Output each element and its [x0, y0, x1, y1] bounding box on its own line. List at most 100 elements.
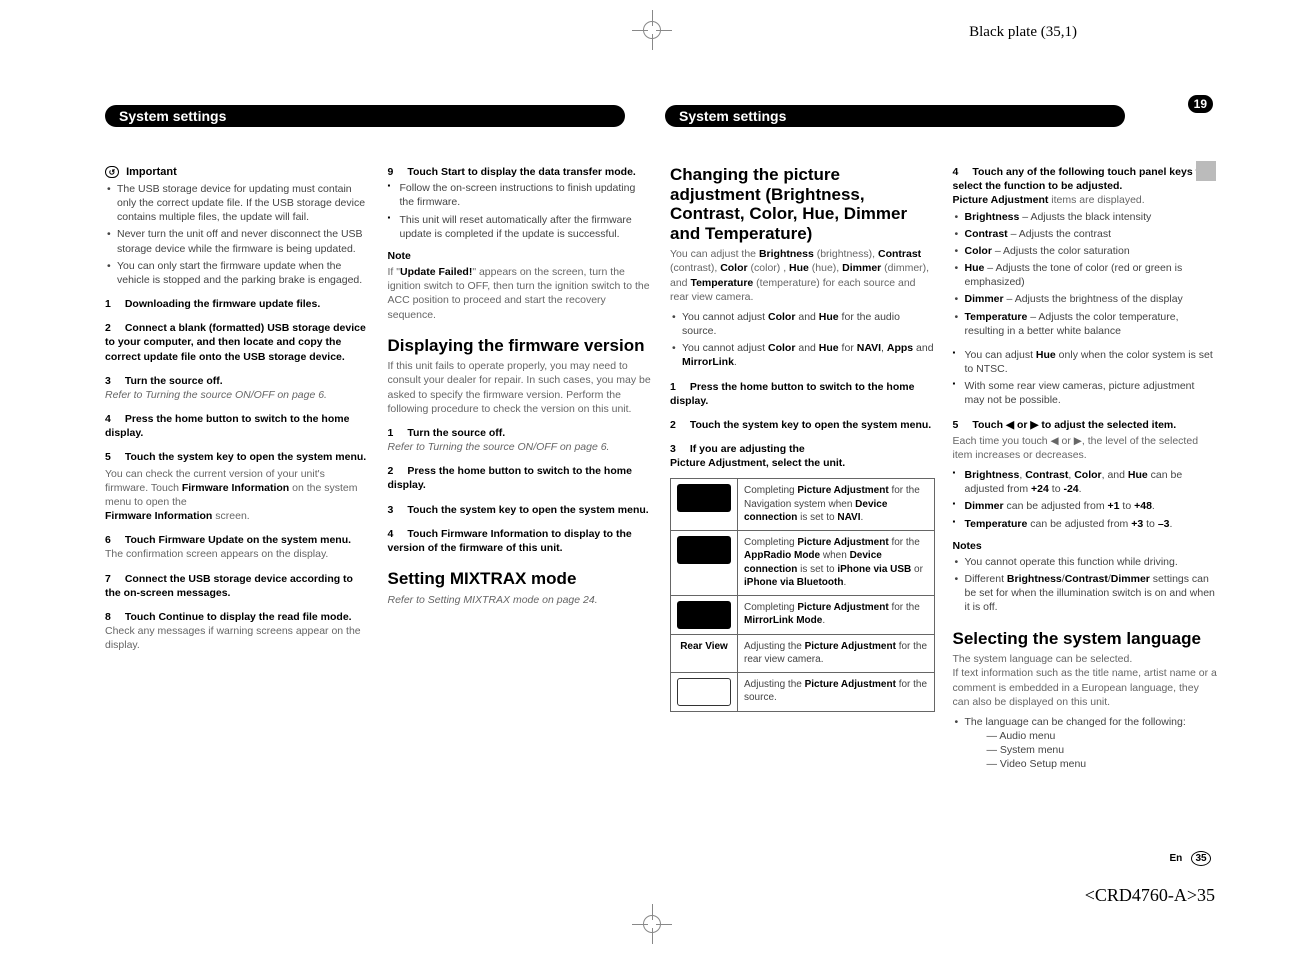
list-item: Dimmer can be adjusted from +1 to +48.: [953, 499, 1218, 513]
important-label: Important: [126, 166, 177, 178]
column-4: 4 Touch any of the following touch panel…: [953, 165, 1218, 782]
table-row: Completing Picture Adjustment for the Ap…: [671, 530, 935, 595]
step-heading: 3 Touch the system key to open the syste…: [388, 503, 653, 517]
important-icon: ↺: [105, 166, 119, 178]
step-body: You can check the current version of you…: [105, 467, 370, 524]
step-heading: 3 If you are adjusting thePicture Adjust…: [670, 442, 935, 470]
list-item: Different Brightness/Contrast/Dimmer set…: [953, 572, 1218, 615]
table-icon-cell: [671, 530, 738, 595]
bullet-list: The language can be changed for the foll…: [953, 715, 1218, 772]
table-row: Completing Picture Adjustment for the Na…: [671, 479, 935, 531]
note-heading: Note: [388, 249, 653, 263]
mirrorlink-icon: [677, 601, 731, 629]
step-body: The confirmation screen appears on the d…: [105, 547, 370, 561]
step-heading: 2 Connect a blank (formatted) USB storag…: [105, 321, 370, 364]
column-2: 9 Touch Start to display the data transf…: [388, 165, 653, 782]
square-bullet-list: You can adjust Hue only when the color s…: [953, 348, 1218, 408]
square-bullet-list: Follow the on-screen instructions to fin…: [388, 181, 653, 241]
list-item: Temperature can be adjusted from +3 to –…: [953, 517, 1218, 531]
body-text: Picture Adjustment items are displayed.: [953, 193, 1218, 207]
step-heading: 4 Touch Firmware Information to display …: [388, 527, 653, 555]
step-body: Each time you touch ◀ or ▶, the level of…: [953, 434, 1218, 462]
sub-item: — Video Setup menu: [965, 757, 1218, 771]
list-item: You cannot adjust Color and Hue for the …: [670, 310, 935, 338]
section-title-right: System settings Section 19 English: [665, 105, 1125, 127]
step-body: Check any messages if warning screens ap…: [105, 624, 370, 652]
table-row: Completing Picture Adjustment for the Mi…: [671, 595, 935, 634]
adjustment-table: Completing Picture Adjustment for the Na…: [670, 478, 935, 712]
body-text: You can adjust the Brightness (brightnes…: [670, 247, 935, 304]
list-item: You can adjust Hue only when the color s…: [953, 348, 1218, 376]
section-header-row: System settings System settings Section …: [105, 105, 1217, 127]
list-item: Follow the on-screen instructions to fin…: [388, 181, 653, 209]
step-heading: 7 Connect the USB storage device accordi…: [105, 572, 370, 600]
list-item: With some rear view cameras, picture adj…: [953, 379, 1218, 407]
list-item: Brightness – Adjusts the black intensity: [953, 210, 1218, 224]
body-text: If this unit fails to operate properly, …: [388, 359, 653, 416]
heading-mixtrax: Setting MIXTRAX mode: [388, 569, 653, 589]
section-title-right-label: System settings: [679, 108, 786, 124]
crop-mark-icon: [632, 10, 672, 50]
list-item: You cannot operate this function while d…: [953, 555, 1218, 569]
notes-list: You cannot operate this function while d…: [953, 555, 1218, 615]
body-text: Refer to Setting MIXTRAX mode on page 24…: [388, 593, 653, 607]
list-item: The USB storage device for updating must…: [105, 182, 370, 225]
list-item: Color – Adjusts the color saturation: [953, 244, 1218, 258]
list-item: The language can be changed for the foll…: [953, 715, 1218, 772]
source-icon: [677, 678, 731, 706]
sub-item: — System menu: [965, 743, 1218, 757]
section-title-left: System settings: [105, 105, 625, 127]
column-3: Changing the picture adjustment (Brightn…: [670, 165, 935, 782]
page-lang-label: En: [1169, 853, 1182, 864]
heading-system-language: Selecting the system language: [953, 629, 1218, 649]
list-item: You can only start the firmware update w…: [105, 259, 370, 287]
sub-item: — Audio menu: [965, 729, 1218, 743]
table-desc-cell: Completing Picture Adjustment for the Na…: [738, 479, 935, 531]
step-heading: 1 Downloading the firmware update files.: [105, 297, 370, 311]
heading-changing-picture: Changing the picture adjustment (Brightn…: [670, 165, 935, 243]
notes-heading: Notes: [953, 539, 1218, 553]
note-body: If "Update Failed!" appears on the scree…: [388, 265, 653, 322]
step-heading: 9 Touch Start to display the data transf…: [388, 165, 653, 179]
navi-icon: [677, 484, 731, 512]
table-desc-cell: Completing Picture Adjustment for the Mi…: [738, 595, 935, 634]
heading-display-firmware: Displaying the firmware version: [388, 336, 653, 356]
section-label: Section: [1176, 83, 1205, 92]
page-number-footer: En 35: [1169, 851, 1211, 866]
list-item: Never turn the unit off and never discon…: [105, 227, 370, 255]
step-reference: Refer to Turning the source ON/OFF on pa…: [105, 388, 370, 402]
list-item: Dimmer – Adjusts the brightness of the d…: [953, 292, 1218, 306]
document-code-footer: <CRD4760-A>35: [1085, 885, 1215, 906]
step-reference: Refer to Turning the source ON/OFF on pa…: [388, 440, 653, 454]
table-icon-cell: [671, 672, 738, 711]
important-bullet-list: The USB storage device for updating must…: [105, 182, 370, 287]
step-heading: 6 Touch Firmware Update on the system me…: [105, 533, 370, 547]
table-desc-cell: Adjusting the Picture Adjustment for the…: [738, 672, 935, 711]
table-icon-cell: Rear View: [671, 634, 738, 672]
appradio-icon: [677, 536, 731, 564]
table-icon-cell: [671, 595, 738, 634]
list-item: Contrast – Adjusts the contrast: [953, 227, 1218, 241]
step-heading: 2 Touch the system key to open the syste…: [670, 418, 935, 432]
black-plate-label: Black plate (35,1): [969, 24, 1077, 41]
step-heading: 4 Touch any of the following touch panel…: [953, 165, 1218, 193]
list-item: Hue – Adjusts the tone of color (red or …: [953, 261, 1218, 289]
list-item: Temperature – Adjusts the color temperat…: [953, 310, 1218, 338]
adjustment-items-list: Brightness – Adjusts the black intensity…: [953, 210, 1218, 338]
step-heading: 8 Touch Continue to display the read fil…: [105, 610, 370, 624]
step-heading: 1 Turn the source off.: [388, 426, 653, 440]
page-number: 35: [1191, 851, 1211, 866]
crop-mark-icon: [632, 904, 672, 944]
body-text: The system language can be selected. If …: [953, 652, 1218, 709]
step-heading: 2 Press the home button to switch to the…: [388, 464, 653, 492]
step-heading: 5 Touch the system key to open the syste…: [105, 450, 370, 464]
step-heading: 3 Turn the source off.: [105, 374, 370, 388]
list-item: Brightness, Contrast, Color, and Hue can…: [953, 468, 1218, 496]
table-row: Adjusting the Picture Adjustment for the…: [671, 672, 935, 711]
table-icon-cell: [671, 479, 738, 531]
step-heading: 5 Touch ◀ or ▶ to adjust the selected it…: [953, 418, 1218, 432]
section-number-badge: 19: [1188, 95, 1213, 113]
column-1: ↺ Important The USB storage device for u…: [105, 165, 370, 782]
list-item: You cannot adjust Color and Hue for NAVI…: [670, 341, 935, 369]
square-bullet-list: Brightness, Contrast, Color, and Hue can…: [953, 468, 1218, 531]
